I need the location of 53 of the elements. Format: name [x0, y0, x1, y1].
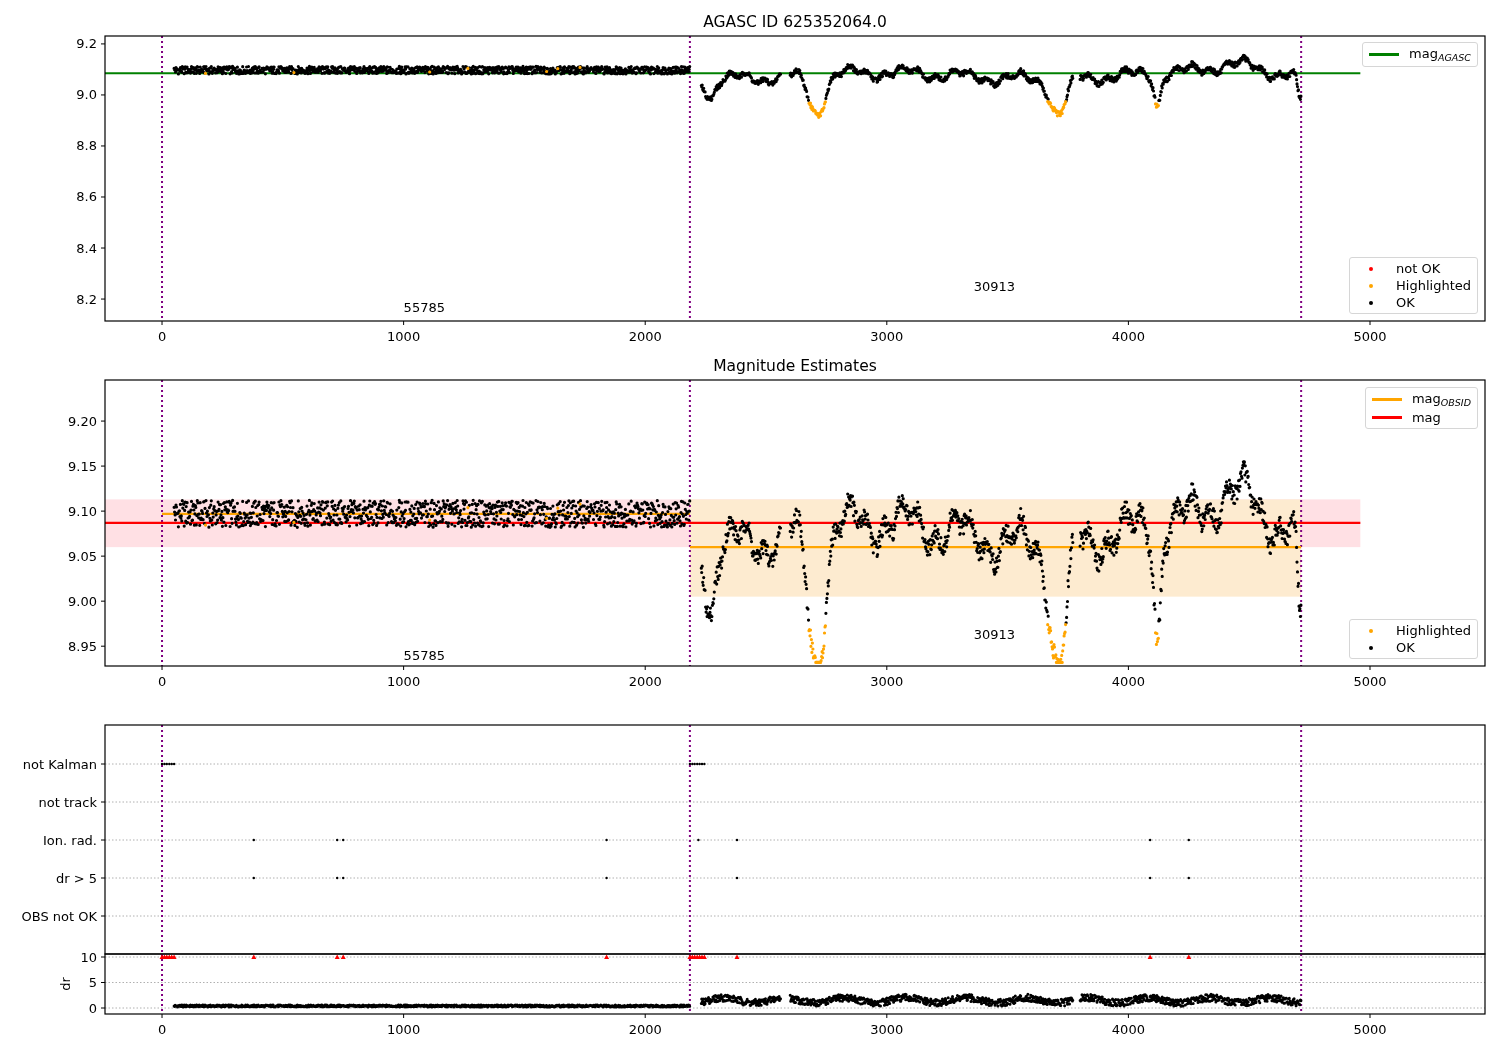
y-tick-label: 8.4 — [76, 240, 97, 256]
legend-label: mag$_{AGASC}$ — [1409, 46, 1471, 63]
x-tick-label: 3000 — [870, 674, 904, 689]
flag-label: OBS not OK — [21, 908, 97, 924]
obsid-label: 55785 — [403, 299, 445, 315]
chart-title: AGASC ID 625352064.0 — [703, 13, 887, 31]
y-tick-label: 8.95 — [68, 638, 97, 654]
obsid-label: 30913 — [973, 627, 1016, 642]
x-tick-label: 0 — [157, 1022, 167, 1037]
x-tick-label: 3000 — [870, 329, 904, 344]
y-tick-label: 9.10 — [68, 503, 97, 519]
y-tick-label: 9.2 — [76, 36, 97, 52]
legend-label: mag — [1411, 410, 1441, 425]
legend-label: OK — [1396, 295, 1415, 310]
y-tick-label: 5 — [88, 975, 97, 990]
obsid-label: 30913 — [973, 279, 1016, 295]
legend-label: not OK — [1396, 261, 1441, 276]
legend-label: mag$_{OBSID}$ — [1411, 391, 1471, 408]
x-tick-label: 5000 — [1353, 329, 1387, 344]
x-tick-label: 1000 — [387, 1022, 421, 1037]
y-tick-label: 8.8 — [76, 138, 97, 154]
y-tick-label: 0 — [88, 1000, 97, 1016]
x-tick-label: 0 — [157, 329, 167, 344]
flag-label: Ion. rad. — [43, 832, 97, 848]
chart-title: Magnitude Estimates — [713, 357, 877, 375]
y-tick-label: 9.20 — [68, 413, 97, 429]
obsid-label: 55785 — [403, 647, 445, 663]
x-tick-label: 2000 — [628, 329, 662, 344]
x-tick-label: 4000 — [1111, 1022, 1145, 1037]
x-tick-label: 3000 — [870, 1022, 904, 1037]
flag-label: not Kalman — [22, 756, 97, 772]
x-tick-label: 4000 — [1111, 329, 1145, 344]
flag-label: dr > 5 — [55, 870, 97, 886]
y-tick-label: 9.15 — [68, 458, 97, 474]
legend-label: Highlighted — [1396, 623, 1471, 638]
x-tick-label: 5000 — [1353, 674, 1387, 689]
legend-label: Highlighted — [1396, 278, 1471, 293]
y-tick-label: 8.2 — [76, 291, 97, 307]
x-tick-label: 4000 — [1111, 674, 1145, 689]
y-axis-label: dr — [58, 977, 73, 991]
x-tick-label: 2000 — [628, 1022, 662, 1037]
x-tick-label: 2000 — [628, 674, 662, 689]
y-tick-label: 9.05 — [68, 548, 97, 564]
x-tick-label: 0 — [157, 674, 167, 689]
legend-label: OK — [1396, 640, 1415, 655]
flag-label: not track — [38, 794, 97, 810]
x-tick-label: 1000 — [387, 329, 421, 344]
y-tick-label: 10 — [80, 949, 97, 965]
y-tick-label: 9.0 — [76, 87, 97, 103]
x-tick-label: 1000 — [387, 674, 421, 689]
y-tick-label: 9.00 — [68, 593, 97, 609]
x-tick-label: 5000 — [1353, 1022, 1387, 1037]
y-tick-label: 8.6 — [76, 189, 97, 205]
